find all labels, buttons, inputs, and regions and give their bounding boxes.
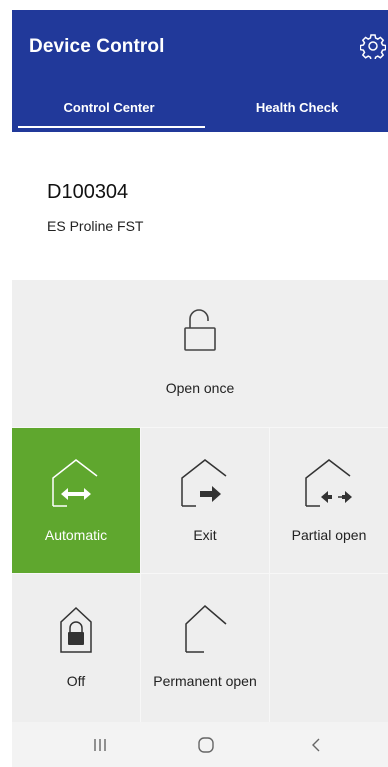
empty-cell: [270, 574, 388, 719]
mode-permanent-open-label: Permanent open: [153, 673, 257, 689]
device-id: D100304: [47, 181, 129, 203]
home-button[interactable]: [176, 722, 236, 767]
mode-exit-label: Exit: [193, 527, 217, 543]
system-nav-bar: [12, 722, 388, 767]
grid-divider: [269, 428, 270, 722]
mode-permanent-open-button[interactable]: Permanent open: [141, 574, 269, 719]
status-strip: [12, 0, 388, 10]
mode-off-button[interactable]: Off: [12, 574, 140, 719]
page-title: Device Control: [29, 36, 165, 57]
open-once-button[interactable]: Open once: [12, 280, 388, 428]
house-open-icon: [185, 604, 227, 653]
mode-grid: Open once Automatic Exit Partial open Of…: [12, 280, 388, 722]
unlock-icon: [184, 309, 216, 351]
tab-health-check[interactable]: Health Check: [206, 82, 388, 132]
house-two-way-arrow-icon: [52, 459, 98, 507]
open-once-label: Open once: [165, 380, 235, 396]
house-exit-arrow-icon: [181, 459, 227, 507]
grid-divider: [12, 573, 388, 574]
tab-control-center[interactable]: Control Center: [12, 82, 206, 132]
mode-automatic-label: Automatic: [44, 527, 108, 543]
house-partial-arrow-icon: [305, 459, 352, 507]
tab-indicator: [18, 126, 205, 128]
house-lock-icon: [60, 606, 92, 653]
back-button[interactable]: [286, 722, 346, 767]
mode-automatic-button[interactable]: Automatic: [12, 428, 140, 573]
tab-bar: Control Center Health Check: [12, 82, 388, 132]
mode-exit-button[interactable]: Exit: [141, 428, 269, 573]
home-icon: [198, 736, 214, 753]
recent-apps-icon: [94, 738, 106, 751]
app-bar: Device Control Control Center Health Che…: [12, 10, 388, 132]
back-icon: [312, 738, 320, 751]
gear-icon[interactable]: [360, 33, 386, 59]
grid-divider: [140, 428, 141, 722]
mode-off-label: Off: [66, 673, 86, 689]
device-card: D100304 ES Proline FST: [12, 132, 388, 280]
device-model: ES Proline FST: [47, 218, 144, 234]
grid-divider: [12, 427, 388, 428]
mode-partial-open-button[interactable]: Partial open: [270, 428, 388, 573]
recent-apps-button[interactable]: [70, 722, 130, 767]
mode-partial-open-label: Partial open: [291, 527, 367, 543]
